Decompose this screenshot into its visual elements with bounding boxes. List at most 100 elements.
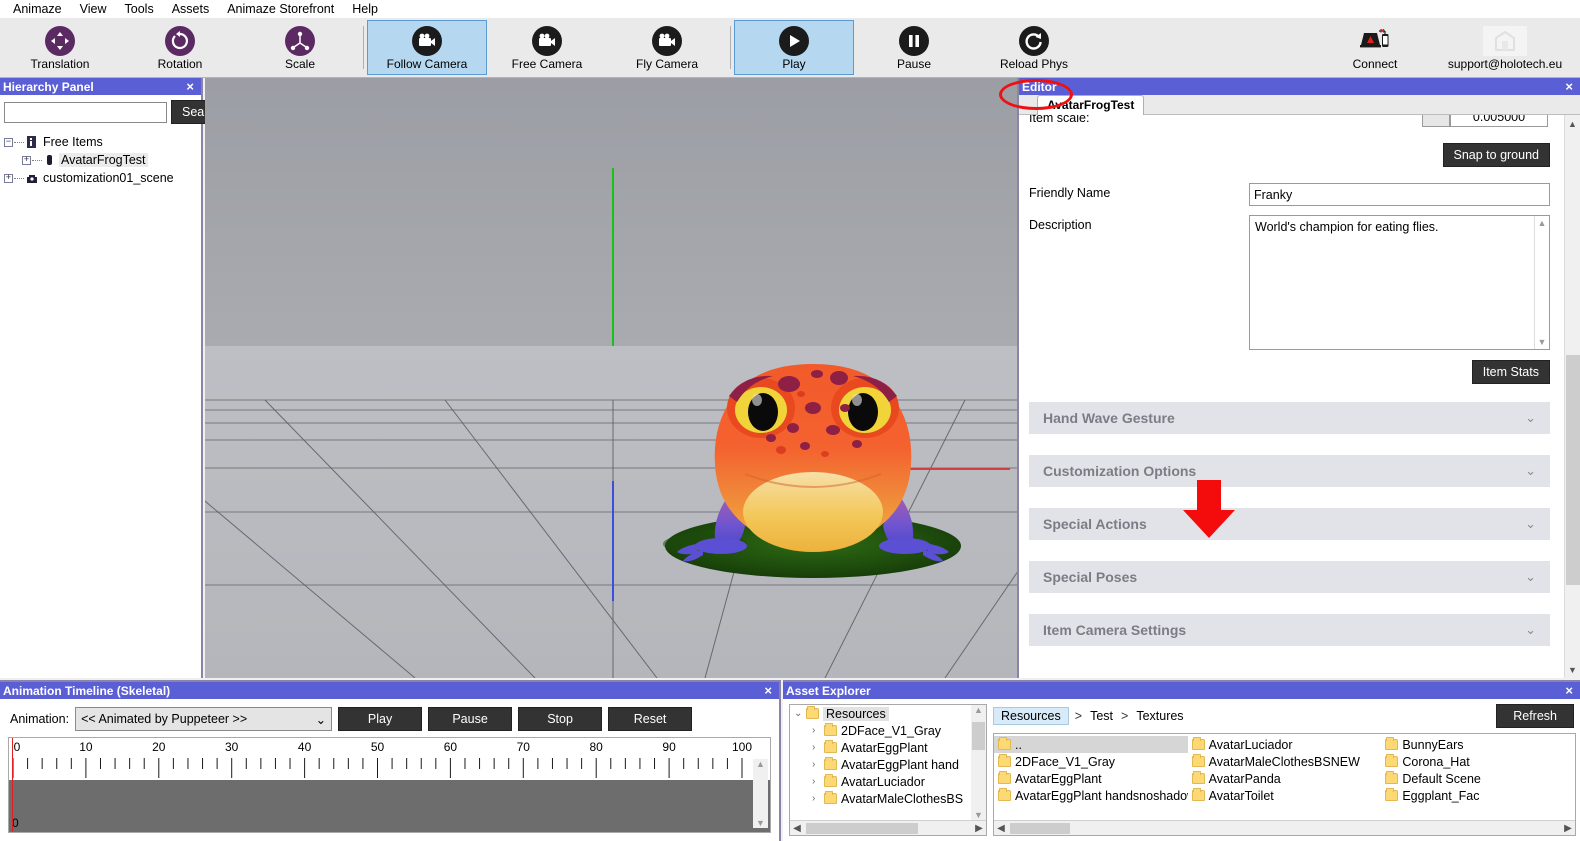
- list-item[interactable]: 2DFace_V1_Gray: [994, 753, 1188, 770]
- toolbar-button-pause[interactable]: Pause: [854, 20, 974, 75]
- list-item[interactable]: Default Scene: [1381, 770, 1575, 787]
- asset-tree-item-avatarmaleclothesbs[interactable]: › AvatarMaleClothesBS: [790, 790, 986, 807]
- scroll-right-icon[interactable]: ▶: [972, 823, 986, 834]
- menu-item-assets[interactable]: Assets: [163, 1, 219, 17]
- asset-tree-item-avatarluciador[interactable]: › AvatarLuciador: [790, 773, 986, 790]
- list-item[interactable]: Corona_Hat: [1381, 753, 1575, 770]
- editor-scrollbar[interactable]: ▲ ▼: [1564, 115, 1580, 678]
- scroll-down-icon[interactable]: ▼: [1565, 661, 1580, 678]
- chevron-right-icon[interactable]: ›: [812, 776, 824, 787]
- toolbar-button-account[interactable]: support@holotech.eu: [1430, 20, 1580, 75]
- timeline-playhead[interactable]: [12, 738, 13, 832]
- toolbar-button-connect[interactable]: Connect: [1320, 20, 1430, 75]
- scroll-up-icon[interactable]: ▲: [974, 705, 983, 715]
- timeline-pause-button[interactable]: Pause: [428, 707, 513, 731]
- chevron-down-icon[interactable]: ⌄: [316, 712, 326, 727]
- chevron-up-icon[interactable]: ▲: [1538, 218, 1547, 228]
- section-special-poses[interactable]: Special Poses ⌄: [1029, 561, 1550, 593]
- list-item[interactable]: AvatarMaleClothesBSNEW: [1188, 753, 1382, 770]
- snap-to-ground-button[interactable]: Snap to ground: [1442, 143, 1550, 167]
- item-stats-button[interactable]: Item Stats: [1471, 360, 1550, 384]
- toolbar-button-translation[interactable]: Translation: [0, 20, 120, 75]
- asset-file-list[interactable]: .. 2DFace_V1_Gray AvatarEggPlant AvatarE…: [993, 733, 1576, 836]
- asset-tree-item-avatareggplant[interactable]: › AvatarEggPlant: [790, 739, 986, 756]
- scroll-left-icon[interactable]: ◀: [790, 823, 804, 834]
- menu-item-animaze[interactable]: Animaze: [4, 1, 71, 17]
- section-item-camera-settings[interactable]: Item Camera Settings ⌄: [1029, 614, 1550, 646]
- breadcrumb-textures[interactable]: Textures: [1134, 708, 1185, 724]
- toolbar-button-reload-phys[interactable]: Reload Phys: [974, 20, 1094, 75]
- toolbar-button-scale[interactable]: Scale: [240, 20, 360, 75]
- scroll-down-icon[interactable]: ▼: [974, 810, 983, 820]
- description-scrollbar[interactable]: ▲ ▼: [1534, 216, 1549, 349]
- refresh-button[interactable]: Refresh: [1496, 704, 1574, 728]
- list-item[interactable]: AvatarToilet: [1188, 787, 1382, 804]
- toolbar-button-free-camera[interactable]: Free Camera: [487, 20, 607, 75]
- chevron-right-icon[interactable]: ›: [812, 759, 824, 770]
- tab-avatarfrogtest[interactable]: AvatarFrogTest: [1037, 95, 1145, 115]
- timeline-ruler[interactable]: 0 10 20 30 40 50 60 70 80 90 100 0 ▲ ▼: [8, 737, 771, 833]
- asset-list-hscrollbar[interactable]: ◀ ▶: [994, 820, 1575, 835]
- search-input[interactable]: [4, 101, 167, 123]
- timeline-scrollbar[interactable]: ▲ ▼: [753, 759, 768, 828]
- chevron-right-icon[interactable]: ›: [812, 793, 824, 804]
- asset-tree-item-avatareggplant-hand[interactable]: › AvatarEggPlant hand: [790, 756, 986, 773]
- item-scale-stepper[interactable]: [1422, 115, 1450, 127]
- 3d-viewport[interactable]: [205, 78, 1017, 678]
- chevron-right-icon[interactable]: ›: [812, 742, 824, 753]
- tree-item-avatarfrogtest[interactable]: + AvatarFrogTest: [4, 151, 201, 169]
- timeline-stop-button[interactable]: Stop: [518, 707, 603, 731]
- scroll-up-icon[interactable]: ▲: [756, 759, 765, 769]
- asset-tree[interactable]: ⌄ Resources › 2DFace_V1_Gray › AvatarEgg…: [789, 704, 987, 836]
- menu-item-view[interactable]: View: [71, 1, 116, 17]
- toolbar-button-fly-camera[interactable]: Fly Camera: [607, 20, 727, 75]
- editor-scrollbar-thumb[interactable]: [1566, 355, 1580, 585]
- asset-tree-hscroll-thumb[interactable]: [806, 822, 918, 834]
- asset-tree-vscrollbar[interactable]: ▲ ▼: [971, 705, 986, 820]
- asset-tree-hscrollbar[interactable]: ◀ ▶: [790, 820, 986, 835]
- chevron-down-icon[interactable]: ⌄: [1525, 516, 1536, 532]
- avatar-frog-model[interactable]: [205, 78, 1017, 678]
- chevron-down-icon[interactable]: ⌄: [1525, 410, 1536, 426]
- menu-item-tools[interactable]: Tools: [116, 1, 163, 17]
- toolbar-button-rotation[interactable]: Rotation: [120, 20, 240, 75]
- list-item[interactable]: AvatarEggPlant handsnoshadowcast: [994, 787, 1188, 804]
- chevron-down-icon[interactable]: ⌄: [794, 708, 806, 719]
- tree-toggle-icon[interactable]: +: [22, 155, 31, 165]
- chevron-down-icon[interactable]: ⌄: [1525, 622, 1536, 638]
- asset-tree-item-resources[interactable]: ⌄ Resources: [790, 705, 986, 722]
- list-item[interactable]: AvatarEggPlant: [994, 770, 1188, 787]
- list-item[interactable]: Eggplant_Fac: [1381, 787, 1575, 804]
- section-special-actions[interactable]: Special Actions ⌄: [1029, 508, 1550, 540]
- animation-select[interactable]: << Animated by Puppeteer >> ⌄: [75, 707, 333, 731]
- toolbar-button-follow-camera[interactable]: Follow Camera: [367, 20, 487, 75]
- tree-toggle-icon[interactable]: −: [4, 137, 13, 147]
- friendly-name-field[interactable]: [1249, 183, 1550, 206]
- close-icon[interactable]: ×: [183, 79, 197, 94]
- section-customization-options[interactable]: Customization Options ⌄: [1029, 455, 1550, 487]
- timeline-play-button[interactable]: Play: [338, 707, 423, 731]
- toolbar-button-play[interactable]: Play: [734, 20, 854, 75]
- close-icon[interactable]: ×: [761, 683, 775, 698]
- scroll-up-icon[interactable]: ▲: [1565, 115, 1580, 132]
- scroll-left-icon[interactable]: ◀: [994, 823, 1008, 834]
- section-hand-wave-gesture[interactable]: Hand Wave Gesture ⌄: [1029, 402, 1550, 434]
- list-item[interactable]: ..: [994, 736, 1188, 753]
- timeline-reset-button[interactable]: Reset: [608, 707, 693, 731]
- chevron-down-icon[interactable]: ⌄: [1525, 569, 1536, 585]
- chevron-down-icon[interactable]: ▼: [1538, 337, 1547, 347]
- menu-item-animaze-storefront[interactable]: Animaze Storefront: [218, 1, 343, 17]
- breadcrumb-resources[interactable]: Resources: [993, 707, 1069, 725]
- menu-item-help[interactable]: Help: [343, 1, 387, 17]
- asset-tree-vscroll-thumb[interactable]: [972, 722, 985, 750]
- chevron-right-icon[interactable]: ›: [812, 725, 824, 736]
- item-scale-value[interactable]: 0.005000: [1450, 115, 1548, 127]
- asset-tree-item-2dface[interactable]: › 2DFace_V1_Gray: [790, 722, 986, 739]
- asset-list-hscroll-thumb[interactable]: [1010, 822, 1070, 834]
- description-field[interactable]: World's champion for eating flies. ▲ ▼: [1249, 215, 1550, 350]
- close-icon[interactable]: ×: [1562, 683, 1576, 698]
- close-icon[interactable]: ×: [1562, 79, 1576, 94]
- timeline-track[interactable]: 0: [9, 780, 770, 832]
- tree-item-free-items[interactable]: − Free Items: [4, 133, 201, 151]
- tree-item-customization01-scene[interactable]: + customization01_scene: [4, 169, 201, 187]
